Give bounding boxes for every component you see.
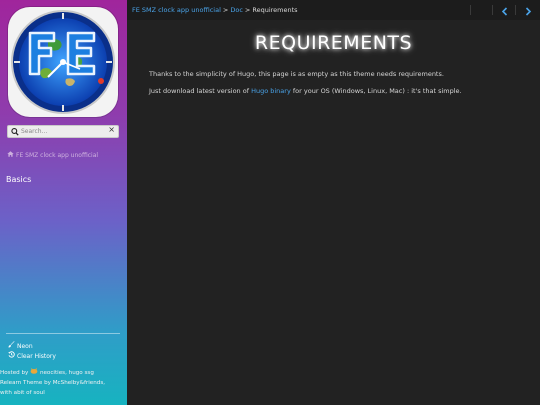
paintbrush-icon (8, 341, 17, 350)
prev-page-button[interactable] (499, 3, 511, 16)
breadcrumb-root-link[interactable]: FE SMZ clock app unofficial (132, 6, 221, 14)
breadcrumb-doc-link[interactable]: Doc (230, 6, 243, 14)
nav-divider (515, 5, 516, 15)
nav-divider (470, 5, 471, 15)
top-bar: FE SMZ clock app unofficial > Doc > Requirem… (127, 0, 540, 20)
hosted-by-text: Hosted by (0, 370, 29, 376)
search-box: × (7, 125, 119, 138)
neocities-link[interactable]: neocities (40, 370, 65, 376)
history-icon (8, 351, 17, 360)
neon-label: Neon (17, 343, 33, 350)
clear-history-button[interactable]: Clear History (8, 351, 56, 360)
sidebar-item-basics[interactable]: Basics (6, 175, 31, 184)
sidebar-divider (6, 333, 120, 334)
download-paragraph: Just download latest version of Hugo bin… (149, 87, 462, 95)
intro-paragraph: Thanks to the simplicity of Hugo, this p… (149, 70, 444, 78)
sidebar: × FE SMZ clock app unofficial Basics Neo… (0, 0, 127, 405)
page-title: REQUIREMENTS (254, 32, 413, 54)
download-text-before: Just download latest version of (149, 87, 252, 95)
neon-theme-toggle[interactable]: Neon (8, 341, 33, 350)
search-input[interactable] (21, 126, 107, 137)
nav-divider (492, 5, 493, 15)
search-icon (11, 128, 19, 136)
breadcrumb-separator: > (244, 6, 251, 14)
clock-logo-icon (11, 10, 115, 114)
chevron-left-icon (501, 7, 508, 16)
next-page-button[interactable] (522, 3, 534, 16)
hugo-binary-link[interactable]: Hugo binary (251, 87, 291, 95)
breadcrumb-separator: > (222, 6, 229, 14)
clear-history-label: Clear History (17, 353, 56, 360)
download-text-after: for your OS (Windows, Linux, Mac) : it's… (290, 87, 462, 95)
neocities-cat-icon (30, 368, 38, 374)
sidebar-footer: Hosted by neocities, hugo ssg Relearn Th… (0, 368, 124, 398)
breadcrumb-current: Requirements (252, 6, 298, 14)
hugo-link[interactable]: hugo ssg (69, 370, 94, 376)
chevron-right-icon (525, 7, 532, 16)
breadcrumb: FE SMZ clock app unofficial > Doc > Requirem… (132, 6, 298, 14)
home-link[interactable]: FE SMZ clock app unofficial (7, 151, 98, 159)
clear-search-icon[interactable]: × (108, 125, 115, 134)
soul-credit: with abit of soul (0, 390, 45, 396)
footer-separator: , (65, 370, 67, 376)
home-link-label: FE SMZ clock app unofficial (16, 152, 99, 159)
site-logo[interactable] (8, 7, 118, 117)
main-content: REQUIREMENTS Thanks to the simplicity of… (127, 20, 540, 405)
theme-credit: Relearn Theme by McShelby&friends, (0, 380, 106, 386)
home-icon (7, 151, 14, 159)
